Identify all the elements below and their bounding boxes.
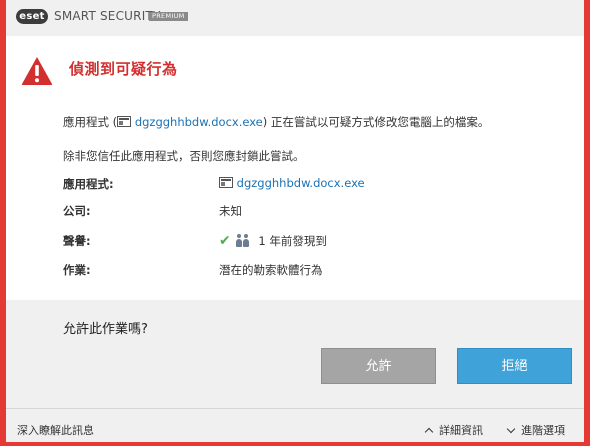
- details-toggle[interactable]: 詳細資訊: [424, 422, 483, 438]
- message-suffix: ) 正在嘗試以可疑方式修改您電腦上的檔案。: [262, 115, 490, 129]
- check-icon: ✔: [219, 233, 231, 249]
- alert-recommendation: 除非您信任此應用程式，否則您應封鎖此嘗試。: [63, 149, 305, 163]
- application-icon: [117, 116, 132, 127]
- learn-more-link[interactable]: 深入瞭解此訊息: [17, 422, 94, 438]
- alert-headline: 偵測到可疑行為: [69, 60, 178, 78]
- application-icon: [219, 177, 233, 188]
- allow-button[interactable]: 允許: [321, 348, 436, 384]
- alert-message: 應用程式 ( dgzgghhbdw.docx.exe) 正在嘗試以可疑方式修改您…: [63, 114, 489, 130]
- operation-value: 潛在的勒索軟體行為: [219, 263, 323, 277]
- users-icon: [235, 233, 251, 247]
- app-value[interactable]: dgzgghhbdw.docx.exe: [219, 176, 365, 190]
- company-value-link[interactable]: 未知: [219, 203, 242, 219]
- edition-badge: PREMIUM: [149, 12, 188, 21]
- allow-question: 允許此作業嗎?: [63, 322, 148, 337]
- warning-triangle-icon: [21, 57, 53, 85]
- message-prefix: 應用程式 (: [63, 115, 118, 129]
- deny-button[interactable]: 拒絕: [457, 348, 572, 384]
- app-label: 應用程式:: [63, 177, 114, 191]
- app-value-link[interactable]: dgzgghhbdw.docx.exe: [237, 176, 365, 190]
- reputation-value: ✔ 1 年前發現到: [219, 233, 327, 249]
- product-name: SMART SECURITY: [54, 9, 161, 23]
- advanced-options-toggle[interactable]: 進階選項: [506, 422, 565, 438]
- titlebar: eset SMART SECURITY PREMIUM: [6, 0, 584, 34]
- alert-window: eset SMART SECURITY PREMIUM 偵測到可疑行為 應用程式…: [6, 0, 584, 442]
- eset-logo: eset: [16, 9, 48, 24]
- footer-divider: [6, 408, 584, 409]
- operation-label: 作業:: [63, 263, 91, 277]
- message-app-link[interactable]: dgzgghhbdw.docx.exe: [135, 115, 263, 129]
- advanced-options-label: 進階選項: [521, 424, 565, 437]
- chevron-up-icon: [424, 427, 434, 437]
- reputation-label: 聲譽:: [63, 234, 91, 248]
- company-label: 公司:: [63, 204, 91, 218]
- details-label: 詳細資訊: [439, 424, 483, 437]
- reputation-text: 1 年前發現到: [258, 234, 327, 248]
- chevron-down-icon: [506, 424, 516, 434]
- alert-content: 偵測到可疑行為 應用程式 ( dgzgghhbdw.docx.exe) 正在嘗試…: [6, 36, 584, 300]
